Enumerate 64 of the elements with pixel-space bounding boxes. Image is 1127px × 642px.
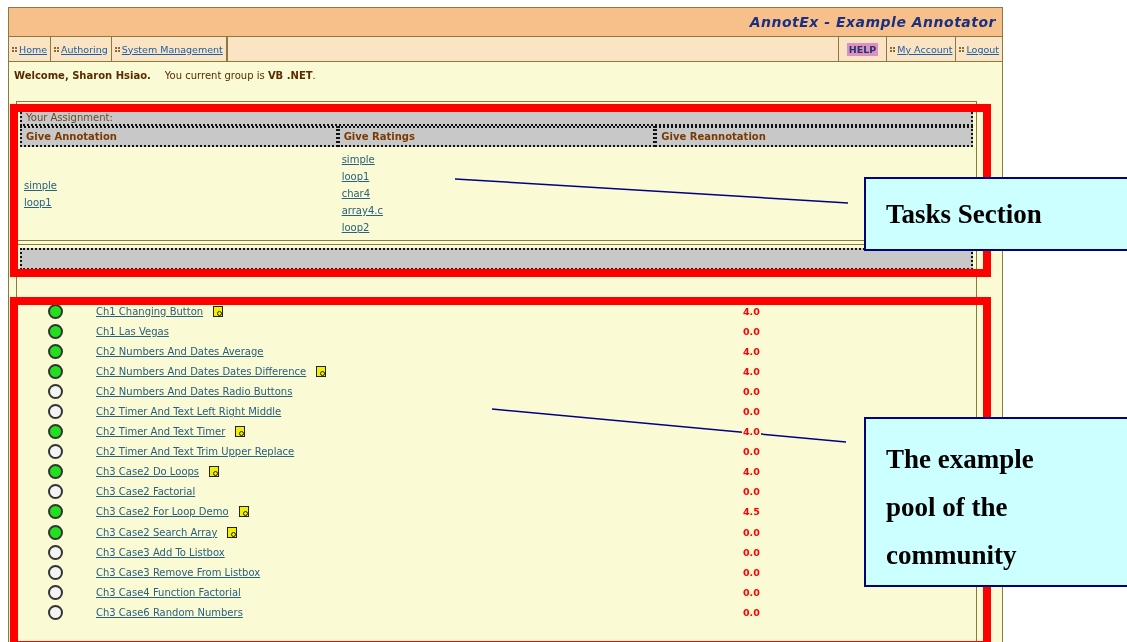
note-icon[interactable] <box>238 506 249 518</box>
app-title: AnnotEx - Example Annotator <box>749 14 996 30</box>
nav-link[interactable]: Home <box>19 43 48 55</box>
rating-value: 0.0 <box>742 385 761 397</box>
task-link[interactable]: loop1 <box>341 168 370 185</box>
note-icon[interactable] <box>213 305 224 317</box>
rating-value: 4.0 <box>742 365 761 377</box>
nav-link[interactable]: Authoring <box>61 43 108 55</box>
note-icon[interactable] <box>316 365 327 377</box>
example-link[interactable]: Ch2 Numbers And Dates Radio Buttons <box>96 382 293 400</box>
task-link[interactable]: loop1 <box>24 193 52 211</box>
rating-value: 4.0 <box>742 345 761 357</box>
rating-value: 0.0 <box>742 566 761 578</box>
rating-value: 0.0 <box>742 446 761 458</box>
rating-value: 0.0 <box>742 325 761 337</box>
dots-icon <box>959 46 965 52</box>
example-link[interactable]: Ch3 Case3 Remove From Listbox <box>96 563 261 581</box>
note-icon[interactable] <box>227 526 238 538</box>
dots-icon <box>54 46 60 52</box>
example-link[interactable]: Ch3 Case2 Do Loops <box>96 463 200 481</box>
example-link[interactable]: Ch2 Timer And Text Left Right Middle <box>96 403 282 420</box>
dots-icon <box>114 46 120 52</box>
example-link[interactable]: Ch3 Case2 Factorial <box>96 483 196 501</box>
rating-value: 0.0 <box>742 606 761 618</box>
example-link[interactable]: Ch2 Timer And Text Trim Upper Replace <box>96 443 295 461</box>
rating-value: 4.0 <box>742 305 761 317</box>
rating-value: 0.0 <box>742 486 761 498</box>
note-icon[interactable] <box>235 426 246 438</box>
nav-link[interactable]: System Management <box>121 43 223 55</box>
rating-value: 0.0 <box>742 546 761 558</box>
rating-value: 0.0 <box>742 526 761 538</box>
example-link[interactable]: Ch3 Case3 Add To Listbox <box>96 543 225 561</box>
example-link[interactable]: Ch2 Numbers And Dates Average <box>96 342 264 360</box>
example-link[interactable]: Ch1 Changing Button <box>96 302 204 320</box>
help-button[interactable]: HELP <box>846 42 879 56</box>
nav-link[interactable]: Logout <box>966 43 999 55</box>
rating-value: 4.5 <box>742 506 761 518</box>
callout-label: Tasks Section <box>864 177 1127 251</box>
rating-value: 4.0 <box>742 426 761 438</box>
rating-value: 4.0 <box>742 466 761 478</box>
column-header: Give Reannotation <box>655 126 973 147</box>
task-link[interactable]: loop2 <box>341 219 370 236</box>
task-link[interactable]: simple <box>341 151 375 168</box>
welcome-text: Welcome, Sharon Hsiao. <box>14 69 151 81</box>
example-link[interactable]: Ch2 Timer And Text Timer <box>96 423 226 441</box>
rating-value: 0.0 <box>742 406 761 417</box>
example-link[interactable]: Ch3 Case6 Random Numbers <box>96 603 243 621</box>
column-header: Give Ratings <box>337 126 656 147</box>
example-link[interactable]: Ch1 Las Vegas <box>96 322 169 340</box>
task-link[interactable]: simple <box>24 176 57 194</box>
example-link[interactable]: Ch3 Case2 Search Array <box>96 523 218 541</box>
example-link[interactable]: Ch2 Numbers And Dates Dates Difference <box>96 362 307 380</box>
rating-value: 0.0 <box>742 586 761 598</box>
note-icon[interactable] <box>209 466 220 478</box>
callout-label: The example pool of the community <box>864 417 1127 587</box>
task-link[interactable]: char4 <box>341 185 371 202</box>
example-link[interactable]: Ch3 Case4 Function Factorial <box>96 583 241 601</box>
group-text: You current group is VB .NET. <box>164 69 316 81</box>
dots-icon <box>890 46 896 52</box>
task-link[interactable]: array4.c <box>341 202 383 219</box>
example-link[interactable]: Ch3 Case2 For Loop Demo <box>96 503 229 521</box>
dots-icon <box>12 46 17 52</box>
column-header: Give Annotation <box>20 126 338 147</box>
nav-link[interactable]: My Account <box>897 43 953 55</box>
